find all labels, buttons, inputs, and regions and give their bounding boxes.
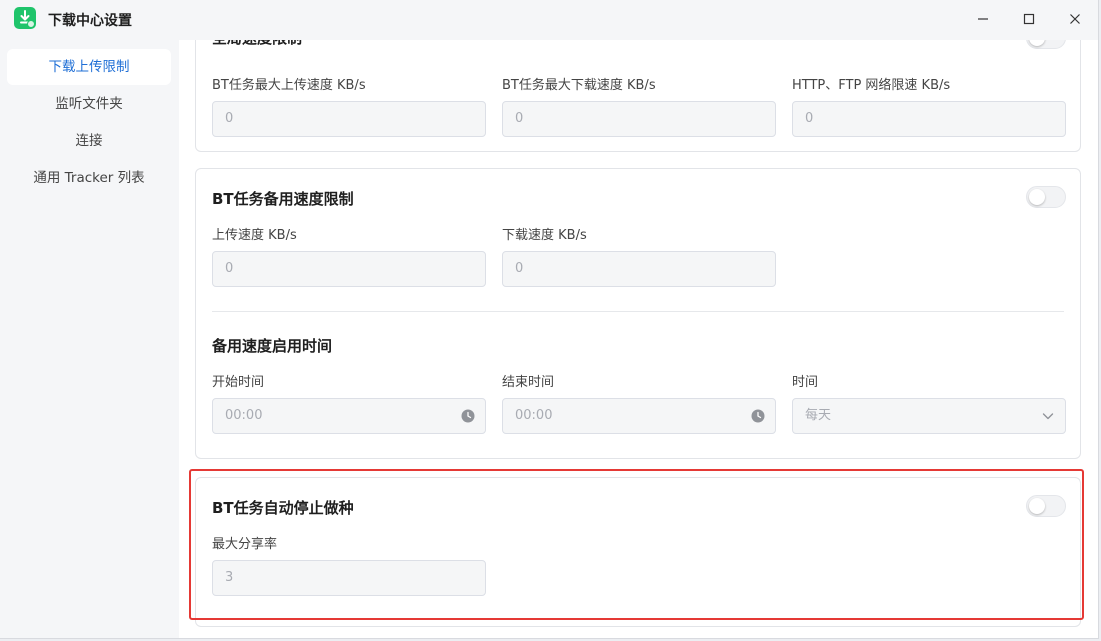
- global-speed-limit-card: 全局速度限制 BT任务最大上传速度 KB/s BT任务最大下载速度 KB/s H…: [195, 40, 1081, 152]
- start-time-picker[interactable]: 00:00: [212, 398, 486, 434]
- backup-upload-label: 上传速度 KB/s: [212, 228, 297, 243]
- frequency-value: 每天: [805, 408, 832, 423]
- sidebar-item-download-upload-limit[interactable]: 下载上传限制: [7, 49, 171, 85]
- maximize-icon: [1023, 13, 1035, 25]
- download-app-icon: [14, 7, 36, 29]
- backup-speed-limit-card: BT任务备用速度限制 上传速度 KB/s 下载速度 KB/s 0 0 备用速度启…: [195, 168, 1081, 459]
- start-time-label: 开始时间: [212, 375, 265, 390]
- global-limit-toggle[interactable]: [1026, 40, 1066, 49]
- section-divider: [212, 311, 1064, 312]
- max-share-ratio-label: 最大分享率: [212, 537, 278, 552]
- window-title: 下载中心设置: [48, 13, 132, 29]
- http-ftp-limit-input[interactable]: 0: [792, 101, 1066, 137]
- end-time-label: 结束时间: [502, 375, 555, 390]
- sidebar-item-connection[interactable]: 连接: [7, 123, 171, 159]
- section-title-auto-stop-seeding: BT任务自动停止做种: [212, 499, 354, 517]
- minimize-icon: [978, 18, 988, 20]
- start-time-value: 00:00: [225, 408, 263, 423]
- minimize-button[interactable]: [960, 0, 1006, 38]
- section-title-backup-limit: BT任务备用速度限制: [212, 190, 354, 208]
- maximize-button[interactable]: [1006, 0, 1052, 38]
- bt-max-upload-label: BT任务最大上传速度 KB/s: [212, 78, 366, 93]
- end-time-value: 00:00: [515, 408, 553, 423]
- backup-download-input[interactable]: 0: [502, 251, 776, 287]
- backup-download-label: 下载速度 KB/s: [502, 228, 587, 243]
- section-title-global-limit: 全局速度限制: [212, 40, 302, 48]
- end-time-picker[interactable]: 00:00: [502, 398, 776, 434]
- sidebar-item-watch-folder[interactable]: 监听文件夹: [7, 86, 171, 122]
- auto-stop-seeding-card: BT任务自动停止做种 最大分享率 3: [195, 477, 1081, 627]
- chevron-down-icon: [1042, 413, 1054, 420]
- title-bar: 下载中心设置: [0, 0, 1098, 40]
- bt-max-upload-input[interactable]: 0: [212, 101, 486, 137]
- bt-max-download-label: BT任务最大下载速度 KB/s: [502, 78, 656, 93]
- close-icon: [1070, 14, 1080, 24]
- backup-upload-input[interactable]: 0: [212, 251, 486, 287]
- bt-max-download-input[interactable]: 0: [502, 101, 776, 137]
- backup-limit-toggle[interactable]: [1026, 186, 1066, 208]
- http-ftp-limit-label: HTTP、FTP 网络限速 KB/s: [792, 78, 951, 93]
- frequency-label: 时间: [792, 375, 819, 390]
- sidebar: 下载上传限制 监听文件夹 连接 通用 Tracker 列表: [0, 40, 179, 638]
- clock-icon: [461, 409, 475, 423]
- frequency-select[interactable]: 每天: [792, 398, 1066, 434]
- settings-content[interactable]: 全局速度限制 BT任务最大上传速度 KB/s BT任务最大下载速度 KB/s H…: [179, 40, 1098, 638]
- section-title-schedule: 备用速度启用时间: [212, 337, 333, 355]
- close-button[interactable]: [1052, 0, 1098, 38]
- auto-stop-seeding-toggle[interactable]: [1026, 495, 1066, 517]
- settings-window: 下载中心设置 下载上传限制 监听文件夹 连接 通用 Tracker 列表 全局速…: [0, 0, 1099, 639]
- clock-icon: [751, 409, 765, 423]
- max-share-ratio-input[interactable]: 3: [212, 560, 486, 596]
- sidebar-item-tracker-list[interactable]: 通用 Tracker 列表: [7, 160, 171, 196]
